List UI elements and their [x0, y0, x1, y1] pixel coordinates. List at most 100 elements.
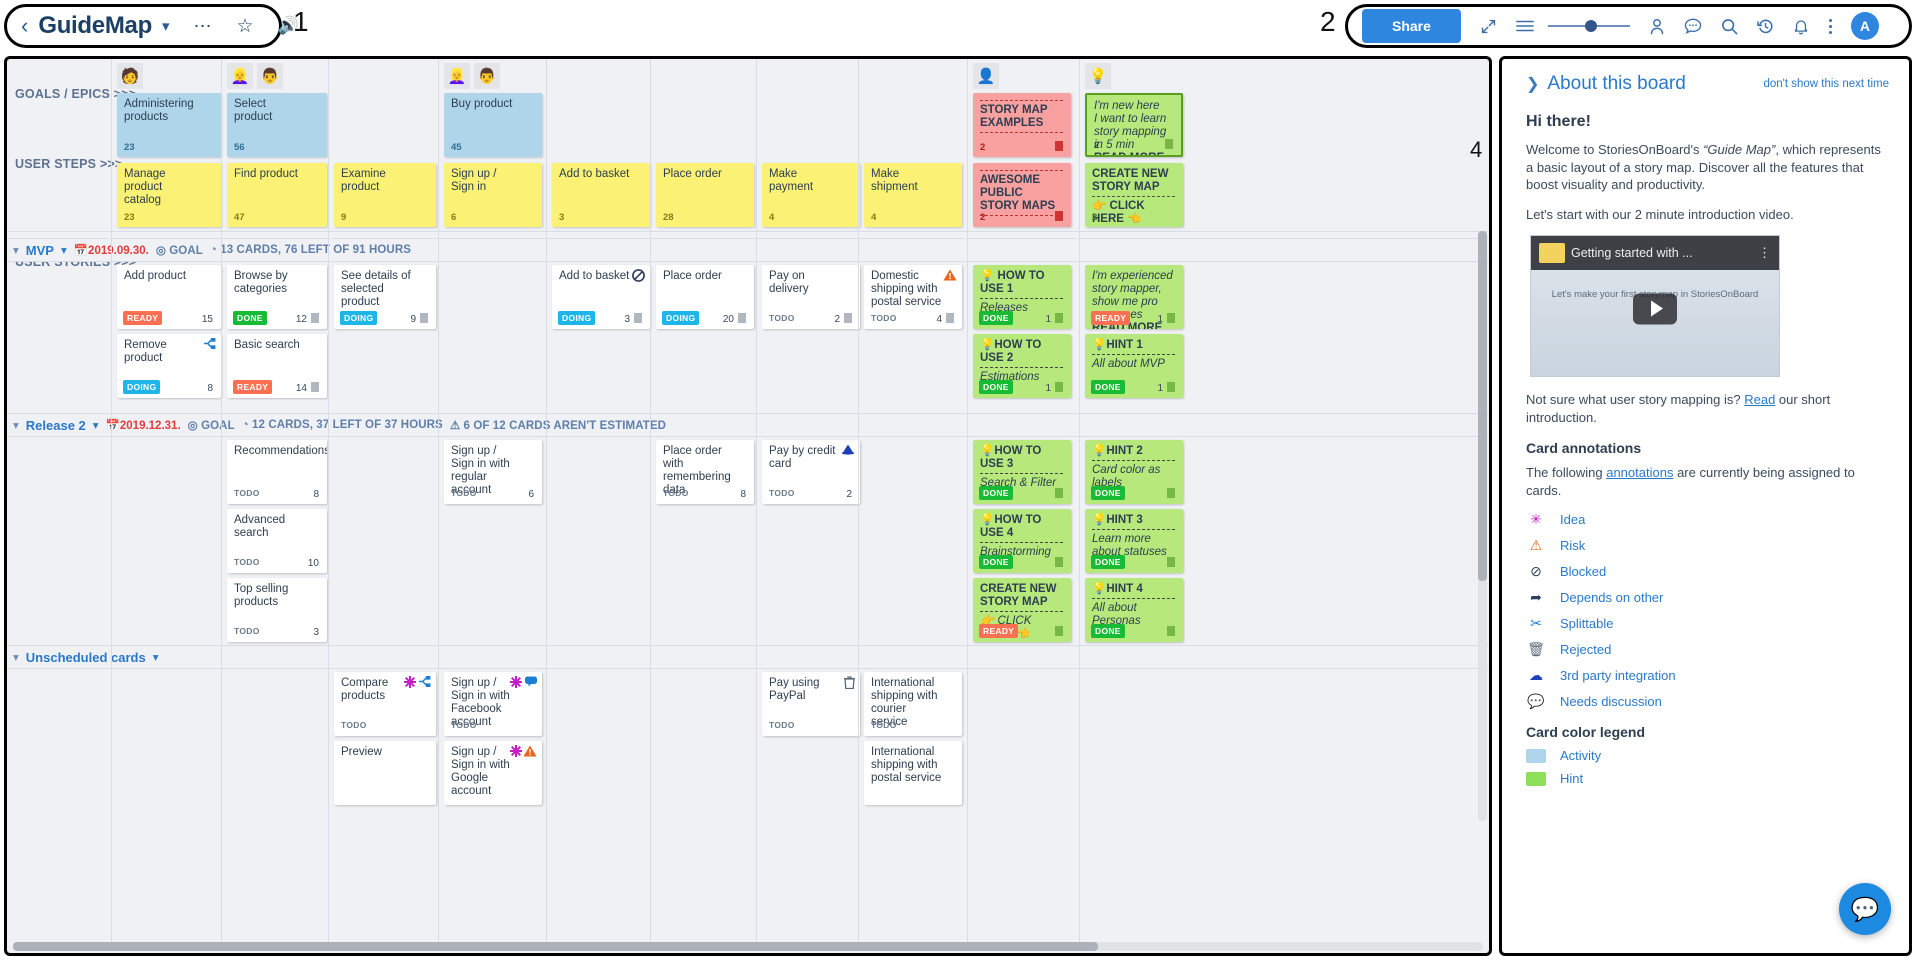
zoom-slider-knob[interactable]	[1584, 20, 1597, 32]
legend-swatch	[1526, 748, 1546, 763]
card-title: 💡HINT 1 All about MVP	[1092, 339, 1175, 371]
hint-card[interactable]: 💡HINT 3 Learn more about statuses DONE	[1085, 509, 1183, 573]
release-name[interactable]: Unscheduled cards	[26, 650, 146, 665]
back-icon[interactable]: ‹	[21, 15, 28, 37]
story-card[interactable]: Pay by credit card TODO 2	[762, 440, 860, 504]
hint-card[interactable]: 💡HOW TO USE 4Brainstorming modeDONE	[973, 509, 1071, 573]
story-card[interactable]: Add to basket DOING 3	[552, 265, 650, 329]
user-step-card[interactable]: Sign up / Sign in 6	[444, 163, 542, 227]
hint-card[interactable]: I'm experienced story mapper, show me pr…	[1085, 265, 1183, 329]
menu-icon[interactable]	[1516, 19, 1534, 33]
top-bar: ‹ GuideMap ▾ ⋯ ☆ 🔊 1 2 Share A	[0, 0, 1916, 52]
story-card[interactable]: International shipping with postal servi…	[864, 741, 962, 805]
story-card[interactable]: Advanced search TODO 10	[227, 509, 327, 573]
release-toggle-icon[interactable]: ▾	[13, 650, 19, 664]
avatar[interactable]: A	[1850, 12, 1879, 40]
story-card[interactable]: Basic search READY 14	[227, 334, 327, 398]
color-legend-list: Activity Hint	[1526, 748, 1889, 786]
annotations-link[interactable]: annotations	[1606, 465, 1673, 480]
status-badge: DONE	[1091, 555, 1125, 569]
horizontal-scrollbar-thumb[interactable]	[13, 942, 1098, 951]
more-options-icon[interactable]: ⋯	[193, 16, 212, 37]
pink-info-card[interactable]: AWESOME PUBLIC STORY MAPS 2	[973, 163, 1071, 227]
dont-show-link[interactable]: don't show this next time	[1763, 78, 1889, 90]
user-step-card[interactable]: Make payment 4	[762, 163, 860, 227]
story-card[interactable]: Add product READY 15	[117, 265, 221, 329]
story-card[interactable]: Place order DOING 20	[656, 265, 754, 329]
story-card[interactable]: See details of selected product DOING 9	[334, 265, 436, 329]
zoom-slider[interactable]	[1547, 18, 1630, 34]
release-bar[interactable]: ▾MVP▾📅2019.09.30.◎ GOAL◔ 13 CARDS, 76 LE…	[7, 239, 1489, 261]
story-card[interactable]: International shipping with courier serv…	[864, 672, 962, 736]
epic-card[interactable]: Buy product 45	[444, 93, 542, 157]
release-toggle-icon[interactable]: ▾	[13, 418, 19, 432]
history-icon[interactable]	[1757, 18, 1774, 35]
intro-video-player[interactable]: Getting started with ... ⋮ Let's make yo…	[1530, 235, 1780, 377]
release-name[interactable]: Release 2	[26, 418, 86, 433]
play-button[interactable]	[1633, 293, 1677, 325]
story-card[interactable]: Top selling products TODO 3	[227, 578, 327, 642]
user-step-card[interactable]: Manage product catalog 23	[117, 163, 221, 227]
release-toggle-icon[interactable]: ▾	[13, 243, 19, 257]
story-card[interactable]: Domestic shipping with postal service TOD…	[864, 265, 962, 329]
epic-card[interactable]: Select product 56	[227, 93, 327, 157]
story-card[interactable]: Sign up / Sign in with regular account TO…	[444, 440, 542, 504]
vertical-scrollbar-thumb[interactable]	[1478, 231, 1487, 581]
chevron-down-icon[interactable]: ▾	[61, 243, 67, 257]
story-card[interactable]: Remove product DOING 8	[117, 334, 221, 398]
card-points: 2	[980, 212, 986, 223]
user-step-card[interactable]: Examine product 9	[334, 163, 436, 227]
release-bar[interactable]: ▾ Unscheduled cards ▾	[7, 646, 1489, 668]
vertical-scrollbar[interactable]	[1478, 231, 1487, 821]
story-card[interactable]: Preview	[334, 741, 436, 805]
status-badge: TODO	[871, 720, 897, 730]
hint-card[interactable]: 💡HOW TO USE 2 Estimations DONE 1	[973, 334, 1071, 398]
search-icon[interactable]	[1721, 18, 1738, 35]
story-card[interactable]: Recommendations TODO 8	[227, 440, 327, 504]
about-board-panel[interactable]: ❯ About this board don't show this next …	[1499, 56, 1912, 956]
read-link[interactable]: Read	[1744, 392, 1775, 407]
share-button[interactable]: Share	[1362, 9, 1461, 43]
green-info-card[interactable]: CREATE NEW STORY MAP 👉 CLICK HERE 👈 2	[1085, 163, 1183, 227]
splittable-icon: ✂	[1530, 615, 1542, 631]
user-step-card[interactable]: Add to basket 3	[552, 163, 650, 227]
person-icon[interactable]	[1649, 18, 1665, 35]
chevron-down-icon[interactable]: ▾	[93, 418, 99, 432]
blocked-icon: ⊘	[1530, 563, 1542, 579]
hint-card[interactable]: 💡 HOW TO USE 1 Releases DONE 1	[973, 265, 1071, 329]
kebab-icon[interactable]	[1828, 18, 1833, 35]
pink-info-card[interactable]: STORY MAP EXAMPLES 2	[973, 93, 1071, 157]
expand-icon[interactable]	[1480, 18, 1497, 35]
board-name[interactable]: GuideMap	[38, 12, 152, 40]
hint-card[interactable]: 💡HINT 2 Card color as labels DONE	[1085, 440, 1183, 504]
hint-card[interactable]: 💡HINT 4 All about Personas DONE	[1085, 578, 1183, 642]
story-card[interactable]: Sign up / Sign in with Google account	[444, 741, 542, 805]
chevron-down-icon[interactable]: ▾	[162, 17, 170, 35]
kebab-icon[interactable]: ⋮	[1758, 245, 1771, 261]
bell-icon[interactable]	[1793, 18, 1809, 35]
story-card[interactable]: Sign up / Sign in with Facebook account T…	[444, 672, 542, 736]
hint-card[interactable]: CREATE NEW STORY MAP👉 CLICK HERE 👈READY	[973, 578, 1071, 642]
chevron-right-icon[interactable]: ❯	[1526, 74, 1539, 94]
story-card[interactable]: Browse by categories DONE 12	[227, 265, 327, 329]
hint-card[interactable]: 💡HINT 1 All about MVP DONE 1	[1085, 334, 1183, 398]
user-step-card[interactable]: Make shipment 4	[864, 163, 962, 227]
story-card[interactable]: Pay using PayPal TODO	[762, 672, 860, 736]
epic-card[interactable]: Administering products 23	[117, 93, 221, 157]
release-name[interactable]: MVP	[26, 243, 54, 258]
user-step-card[interactable]: Place order 28	[656, 163, 754, 227]
user-step-card[interactable]: Find product 47	[227, 163, 327, 227]
story-card[interactable]: Pay on delivery TODO 2	[762, 265, 860, 329]
comment-icon[interactable]	[1684, 18, 1702, 34]
release-bar[interactable]: ▾ Release 2 ▾ 📅2019.12.31. ◎ GOAL ◔ 12 CARDS,…	[7, 414, 1489, 436]
star-icon[interactable]: ☆	[236, 15, 253, 38]
chat-bubble-icon[interactable]: 💬	[1839, 883, 1891, 935]
horizontal-scrollbar[interactable]	[13, 942, 1483, 951]
hint-card[interactable]: 💡HOW TO USE 3 Search & Filter DONE	[973, 440, 1071, 504]
story-map-board[interactable]: 4 GOALS / EPICS >>> USER STEPS >>> USER …	[4, 56, 1492, 956]
chevron-down-icon[interactable]: ▾	[153, 650, 159, 664]
story-card[interactable]: Place order with remembering data TODO 8	[656, 440, 754, 504]
card-title: Add to basket	[559, 168, 630, 180]
story-card[interactable]: Compare products TODO	[334, 672, 436, 736]
green-info-card[interactable]: I'm new here I want to learn story mappin…	[1085, 93, 1183, 157]
